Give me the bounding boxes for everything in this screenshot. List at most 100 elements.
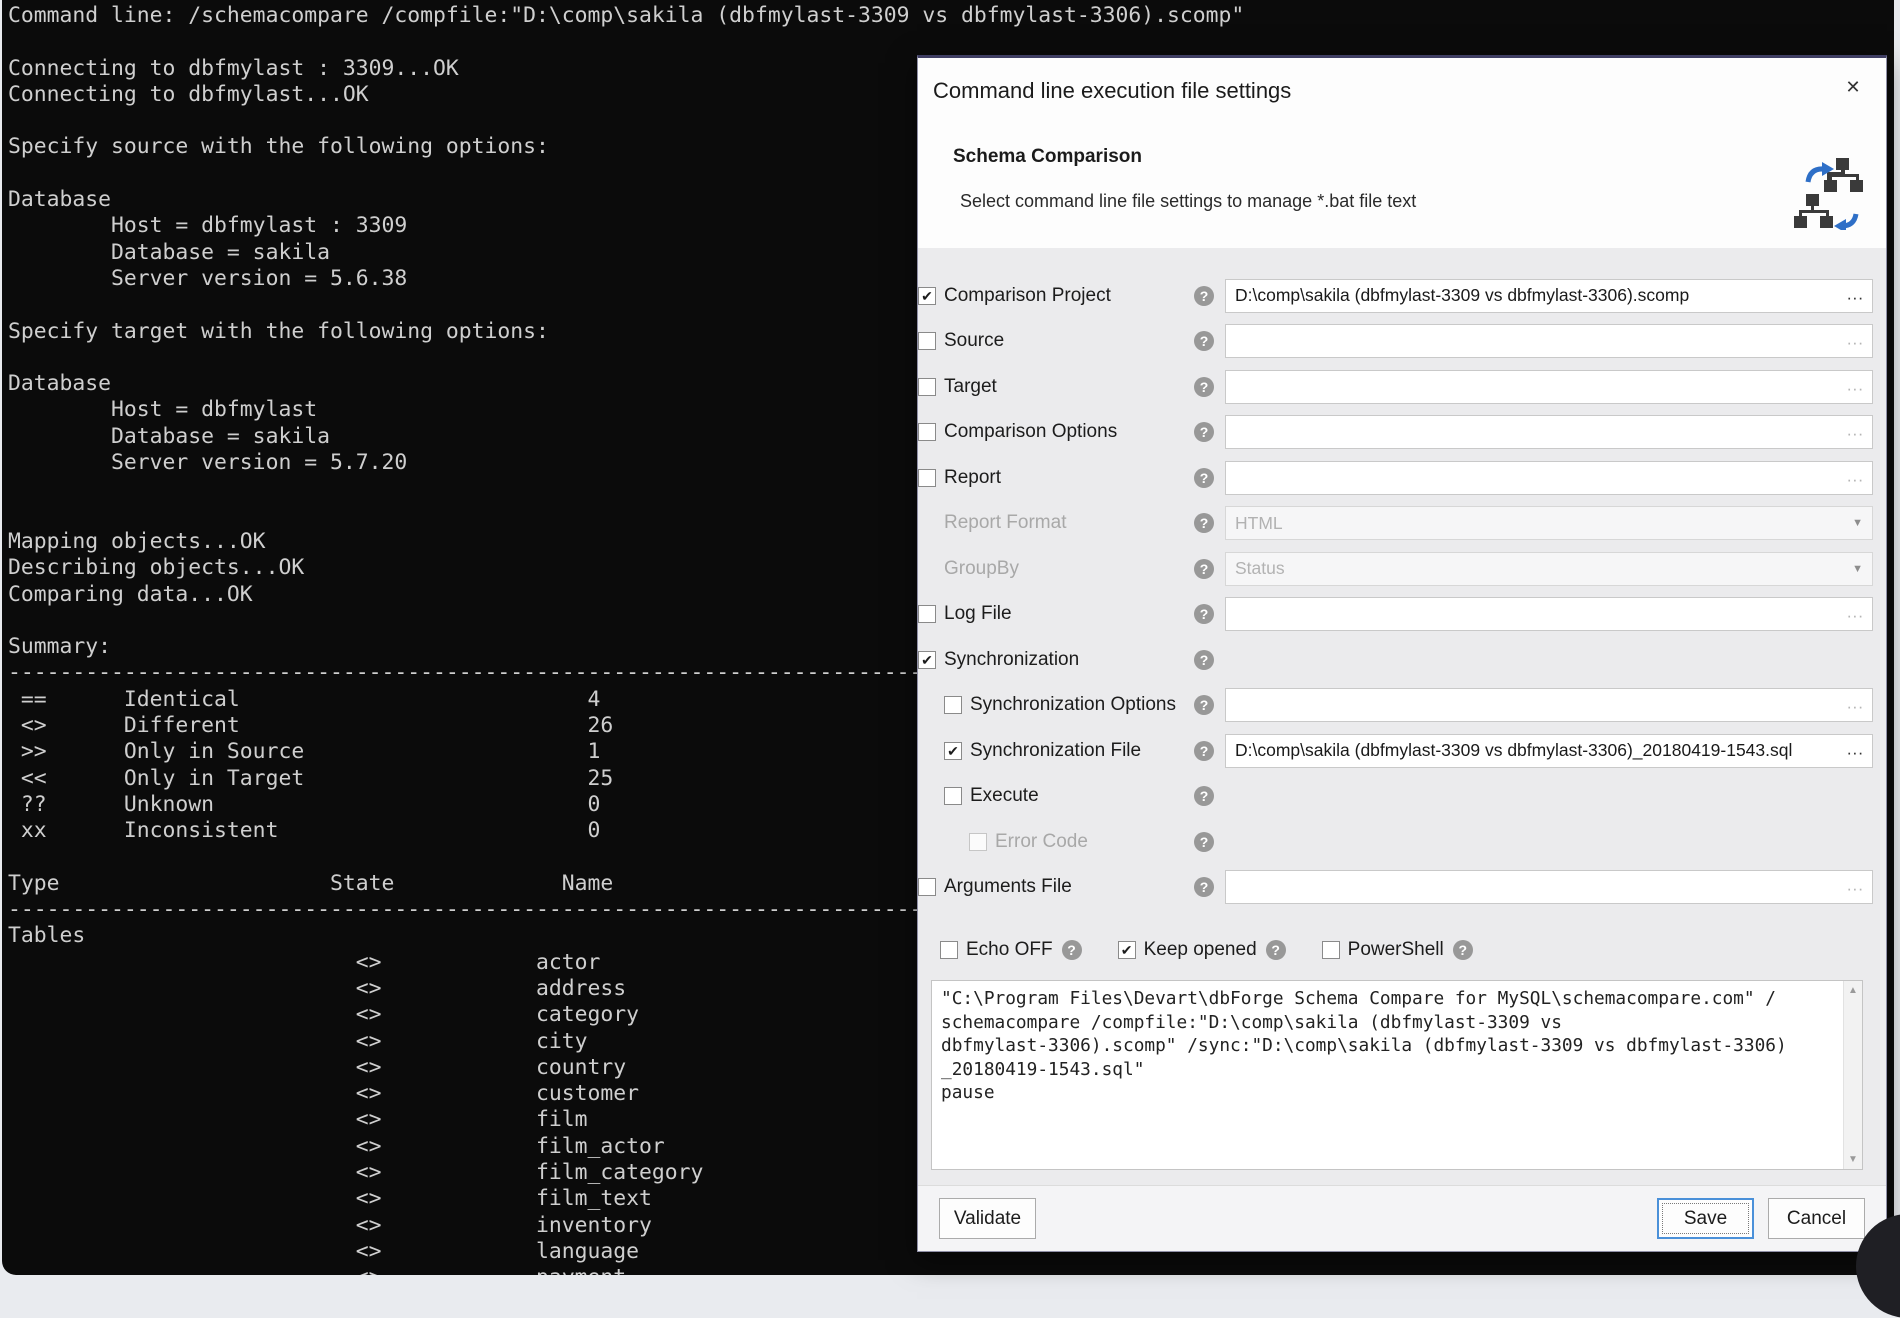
dialog-footer: Validate Save Cancel [918, 1185, 1886, 1251]
target-checkbox[interactable] [918, 378, 936, 396]
row-report: Report ? ... [918, 455, 1886, 501]
help-icon[interactable]: ? [1194, 331, 1214, 351]
report-format-label: Report Format [944, 512, 1066, 534]
chevron-down-icon: ▼ [1852, 563, 1863, 575]
row-source: Source ? ... [918, 319, 1886, 365]
arguments-file-label: Arguments File [944, 876, 1072, 898]
row-error-code: Error Code ? [918, 819, 1886, 865]
log-file-input[interactable]: ... [1225, 597, 1873, 631]
help-icon[interactable]: ? [1194, 377, 1214, 397]
help-icon[interactable]: ? [1194, 695, 1214, 715]
report-format-select: HTML▼ [1225, 506, 1873, 540]
bat-file-text: "C:\Program Files\Devart\dbForge Schema … [932, 981, 1862, 1105]
synchronization-file-checkbox[interactable]: ✔ [944, 742, 962, 760]
section-description: Select command line file settings to man… [960, 191, 1416, 212]
browse-icon[interactable]: ... [1847, 739, 1864, 759]
browse-icon[interactable]: ... [1847, 375, 1864, 395]
help-icon[interactable]: ? [1194, 604, 1214, 624]
browse-icon[interactable]: ... [1847, 602, 1864, 622]
check-icon: ✔ [947, 744, 959, 758]
groupby-select: Status▼ [1225, 552, 1873, 586]
row-report-format: Report Format ? HTML▼ [918, 501, 1886, 547]
synchronization-options-label: Synchronization Options [970, 694, 1176, 716]
synchronization-checkbox[interactable]: ✔ [918, 651, 936, 669]
row-comparison-options: Comparison Options ? ... [918, 410, 1886, 456]
check-icon: ✔ [921, 289, 933, 303]
row-comparison-project: ✔ Comparison Project ? D:\comp\sakila (d… [918, 273, 1886, 319]
browse-icon[interactable]: ... [1847, 329, 1864, 349]
dialog-title: Command line execution file settings [933, 78, 1291, 104]
powershell-checkbox[interactable] [1322, 941, 1340, 959]
validate-button[interactable]: Validate [939, 1198, 1036, 1239]
comparison-project-checkbox[interactable]: ✔ [918, 287, 936, 305]
help-icon[interactable]: ? [1194, 741, 1214, 761]
browse-icon[interactable]: ... [1847, 466, 1864, 486]
echo-off-checkbox[interactable] [940, 941, 958, 959]
help-icon[interactable]: ? [1194, 468, 1214, 488]
log-file-label: Log File [944, 603, 1012, 625]
keep-opened-option: ✔ Keep opened ? [1118, 939, 1286, 961]
browse-icon[interactable]: ... [1847, 693, 1864, 713]
scrollbar[interactable]: ▲ ▼ [1843, 981, 1862, 1169]
execute-checkbox[interactable] [944, 787, 962, 805]
help-icon[interactable]: ? [1194, 877, 1214, 897]
help-icon[interactable]: ? [1194, 513, 1214, 533]
log-file-checkbox[interactable] [918, 605, 936, 623]
help-icon[interactable]: ? [1194, 286, 1214, 306]
echo-off-option: Echo OFF ? [940, 939, 1082, 961]
help-icon[interactable]: ? [1266, 940, 1286, 960]
target-input[interactable]: ... [1225, 370, 1873, 404]
error-code-label: Error Code [995, 831, 1088, 853]
help-icon[interactable]: ? [1194, 786, 1214, 806]
row-synchronization: ✔ Synchronization ? [918, 637, 1886, 683]
keep-opened-checkbox[interactable]: ✔ [1118, 941, 1136, 959]
browse-icon[interactable]: ... [1847, 284, 1864, 304]
source-checkbox[interactable] [918, 332, 936, 350]
scroll-down-icon[interactable]: ▼ [1844, 1154, 1862, 1165]
help-icon[interactable]: ? [1453, 940, 1473, 960]
synchronization-label: Synchronization [944, 649, 1079, 671]
echo-off-label: Echo OFF [966, 939, 1053, 961]
check-icon: ✔ [921, 653, 933, 667]
help-icon[interactable]: ? [1062, 940, 1082, 960]
help-icon[interactable]: ? [1194, 422, 1214, 442]
report-label: Report [944, 467, 1001, 489]
settings-rows: ✔ Comparison Project ? D:\comp\sakila (d… [918, 273, 1886, 910]
synchronization-options-checkbox[interactable] [944, 696, 962, 714]
source-label: Source [944, 330, 1004, 352]
save-button[interactable]: Save [1657, 1198, 1754, 1239]
powershell-option: PowerShell ? [1322, 939, 1473, 961]
browse-icon[interactable]: ... [1847, 875, 1864, 895]
comparison-options-label: Comparison Options [944, 421, 1117, 443]
synchronization-file-label: Synchronization File [970, 740, 1141, 762]
check-icon: ✔ [1121, 943, 1133, 957]
arguments-file-input[interactable]: ... [1225, 870, 1873, 904]
source-input[interactable]: ... [1225, 324, 1873, 358]
execute-label: Execute [970, 785, 1039, 807]
scroll-up-icon[interactable]: ▲ [1844, 985, 1862, 996]
row-synchronization-options: Synchronization Options ? ... [918, 683, 1886, 729]
bat-file-text-area[interactable]: "C:\Program Files\Devart\dbForge Schema … [931, 980, 1863, 1170]
target-label: Target [944, 376, 997, 398]
comparison-options-checkbox[interactable] [918, 423, 936, 441]
bat-options-row: Echo OFF ? ✔ Keep opened ? PowerShell ? [940, 930, 1509, 970]
keep-opened-label: Keep opened [1144, 939, 1257, 961]
report-checkbox[interactable] [918, 469, 936, 487]
help-icon[interactable]: ? [1194, 650, 1214, 670]
browse-icon[interactable]: ... [1847, 420, 1864, 440]
comparison-project-input[interactable]: D:\comp\sakila (dbfmylast-3309 vs dbfmyl… [1225, 279, 1873, 313]
section-heading: Schema Comparison [953, 146, 1142, 168]
powershell-label: PowerShell [1348, 939, 1444, 961]
dialog-header: Command line execution file settings ✕ S… [918, 58, 1886, 248]
comparison-options-input[interactable]: ... [1225, 415, 1873, 449]
comparison-project-label: Comparison Project [944, 285, 1111, 307]
help-icon[interactable]: ? [1194, 832, 1214, 852]
cancel-button[interactable]: Cancel [1768, 1198, 1865, 1239]
help-icon[interactable]: ? [1194, 559, 1214, 579]
close-icon[interactable]: ✕ [1838, 72, 1868, 102]
synchronization-file-input[interactable]: D:\comp\sakila (dbfmylast-3309 vs dbfmyl… [1225, 734, 1873, 768]
synchronization-options-input[interactable]: ... [1225, 688, 1873, 722]
report-input[interactable]: ... [1225, 461, 1873, 495]
row-execute: Execute ? [918, 774, 1886, 820]
arguments-file-checkbox[interactable] [918, 878, 936, 896]
